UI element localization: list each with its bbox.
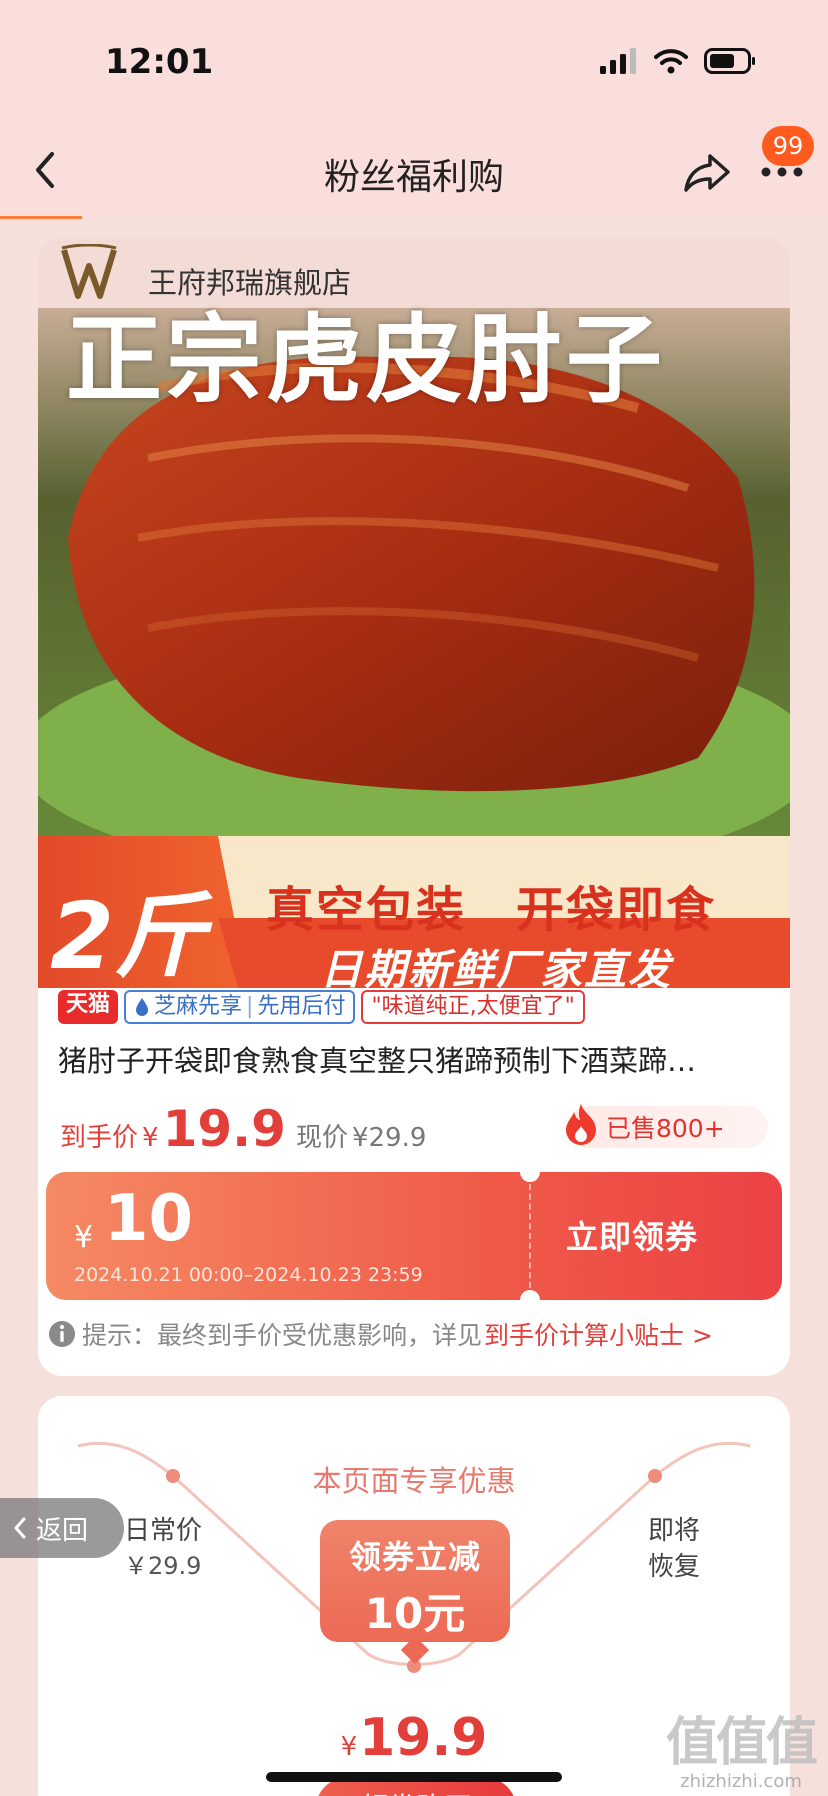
coupon-notch-bottom (520, 1290, 540, 1300)
battery-icon (704, 48, 755, 74)
more-icon[interactable] (760, 164, 804, 180)
coupon-discount-value: 10元 (364, 1589, 466, 1638)
flame-icon (566, 1104, 596, 1145)
coupon-discount-box: 领券立减 10元 (320, 1520, 510, 1642)
coupon-validity: 2024.10.21 00:00–2024.10.23 23:59 (74, 1264, 423, 1286)
floating-return-button[interactable]: 返回 (0, 1498, 124, 1558)
cellular-signal-icon (600, 48, 636, 74)
notification-badge: 99 (762, 126, 814, 166)
sesame-separator: | (246, 994, 254, 1019)
image-weight-label: 2斤 (50, 883, 207, 988)
status-icons (600, 48, 756, 74)
daily-price-label: 日常价 (124, 1516, 203, 1546)
watermark-url: zhizhizhi.com (680, 1771, 802, 1792)
product-image[interactable]: 王府邦瑞旗舰店 正宗虎皮肘子 2斤 真空包装 开袋即食 日期新鲜厂家直发 (38, 238, 790, 988)
sesame-drop-icon (136, 998, 149, 1016)
product-tags: 天猫 芝麻先享 | 先用后付 "味道纯正,太便宜了" (58, 990, 585, 1024)
share-icon[interactable] (682, 150, 732, 194)
coupon-currency: ¥ (74, 1220, 94, 1255)
current-price: ¥29.9 (351, 1123, 427, 1153)
exclusive-offer-title: 本页面专享优惠 (312, 1464, 516, 1498)
promo-final-currency: ¥ (340, 1732, 358, 1762)
status-time: 12:01 (105, 42, 214, 82)
product-title[interactable]: 猪肘子开袋即食熟食真空整只猪蹄预制下酒菜蹄… (58, 1038, 778, 1080)
tip-text: 提示：最终到手价受优惠影响，详见 (82, 1321, 483, 1350)
daily-price: ￥29.9 (124, 1552, 202, 1580)
coupon-amount: 10 (104, 1182, 194, 1256)
promo-final-value: 19.9 (359, 1708, 488, 1768)
price-tip: 提示：最终到手价受优惠影响，详见 到手价计算小贴士 > (48, 1316, 713, 1352)
sesame-label: 芝麻先享 (154, 994, 243, 1019)
image-tagline-bottom: 日期新鲜厂家直发 (320, 945, 673, 988)
nav-progress-line (0, 216, 82, 219)
price-row: 到手价 ¥ 19.9 现价 ¥29.9 (60, 1100, 426, 1158)
info-icon (49, 1321, 75, 1347)
current-price-label: 现价 (295, 1123, 348, 1153)
tmall-tag: 天猫 (58, 990, 119, 1024)
home-indicator[interactable] (266, 1772, 562, 1782)
image-tagline-top: 真空包装 开袋即食 (266, 882, 717, 938)
nav-bar: 粉丝福利购 99 (0, 120, 828, 219)
price-guide-link[interactable]: 到手价计算小贴士 > (484, 1316, 713, 1352)
final-price-label: 到手价 (60, 1123, 139, 1153)
claim-coupon-button[interactable]: 立即领券 (566, 1212, 698, 1258)
product-card: 王府邦瑞旗舰店 正宗虎皮肘子 2斤 真空包装 开袋即食 日期新鲜厂家直发 天猫 … (38, 238, 790, 1376)
sold-count-badge: 已售800+ (566, 1104, 768, 1148)
status-bar: 12:01 (0, 0, 828, 120)
sesame-credit-tag: 芝麻先享 | 先用后付 (124, 990, 356, 1024)
sold-count: 已售800+ (606, 1114, 725, 1143)
review-quote-tag: "味道纯正,太便宜了" (361, 990, 585, 1024)
wifi-icon (654, 49, 688, 74)
image-headline: 正宗虎皮肘子 (66, 304, 666, 416)
coupon-card[interactable]: ¥ 10 2024.10.21 00:00–2024.10.23 23:59 立… (46, 1172, 782, 1300)
coupon-discount-label: 领券立减 (348, 1538, 481, 1576)
watermark-logo: 值值值 (666, 1713, 818, 1773)
return-chevron-icon (14, 1517, 26, 1539)
coupon-divider (529, 1184, 531, 1288)
pay-later-label: 先用后付 (257, 994, 346, 1019)
final-price: 19.9 (162, 1100, 286, 1158)
site-watermark: 值值值 zhizhizhi.com (666, 1700, 818, 1792)
return-label: 返回 (36, 1515, 89, 1546)
resume-label-line2: 恢复 (648, 1552, 701, 1582)
final-price-currency: ¥ (142, 1123, 159, 1153)
coupon-notch-top (520, 1172, 540, 1182)
resume-label-line1: 即将 (648, 1516, 701, 1546)
